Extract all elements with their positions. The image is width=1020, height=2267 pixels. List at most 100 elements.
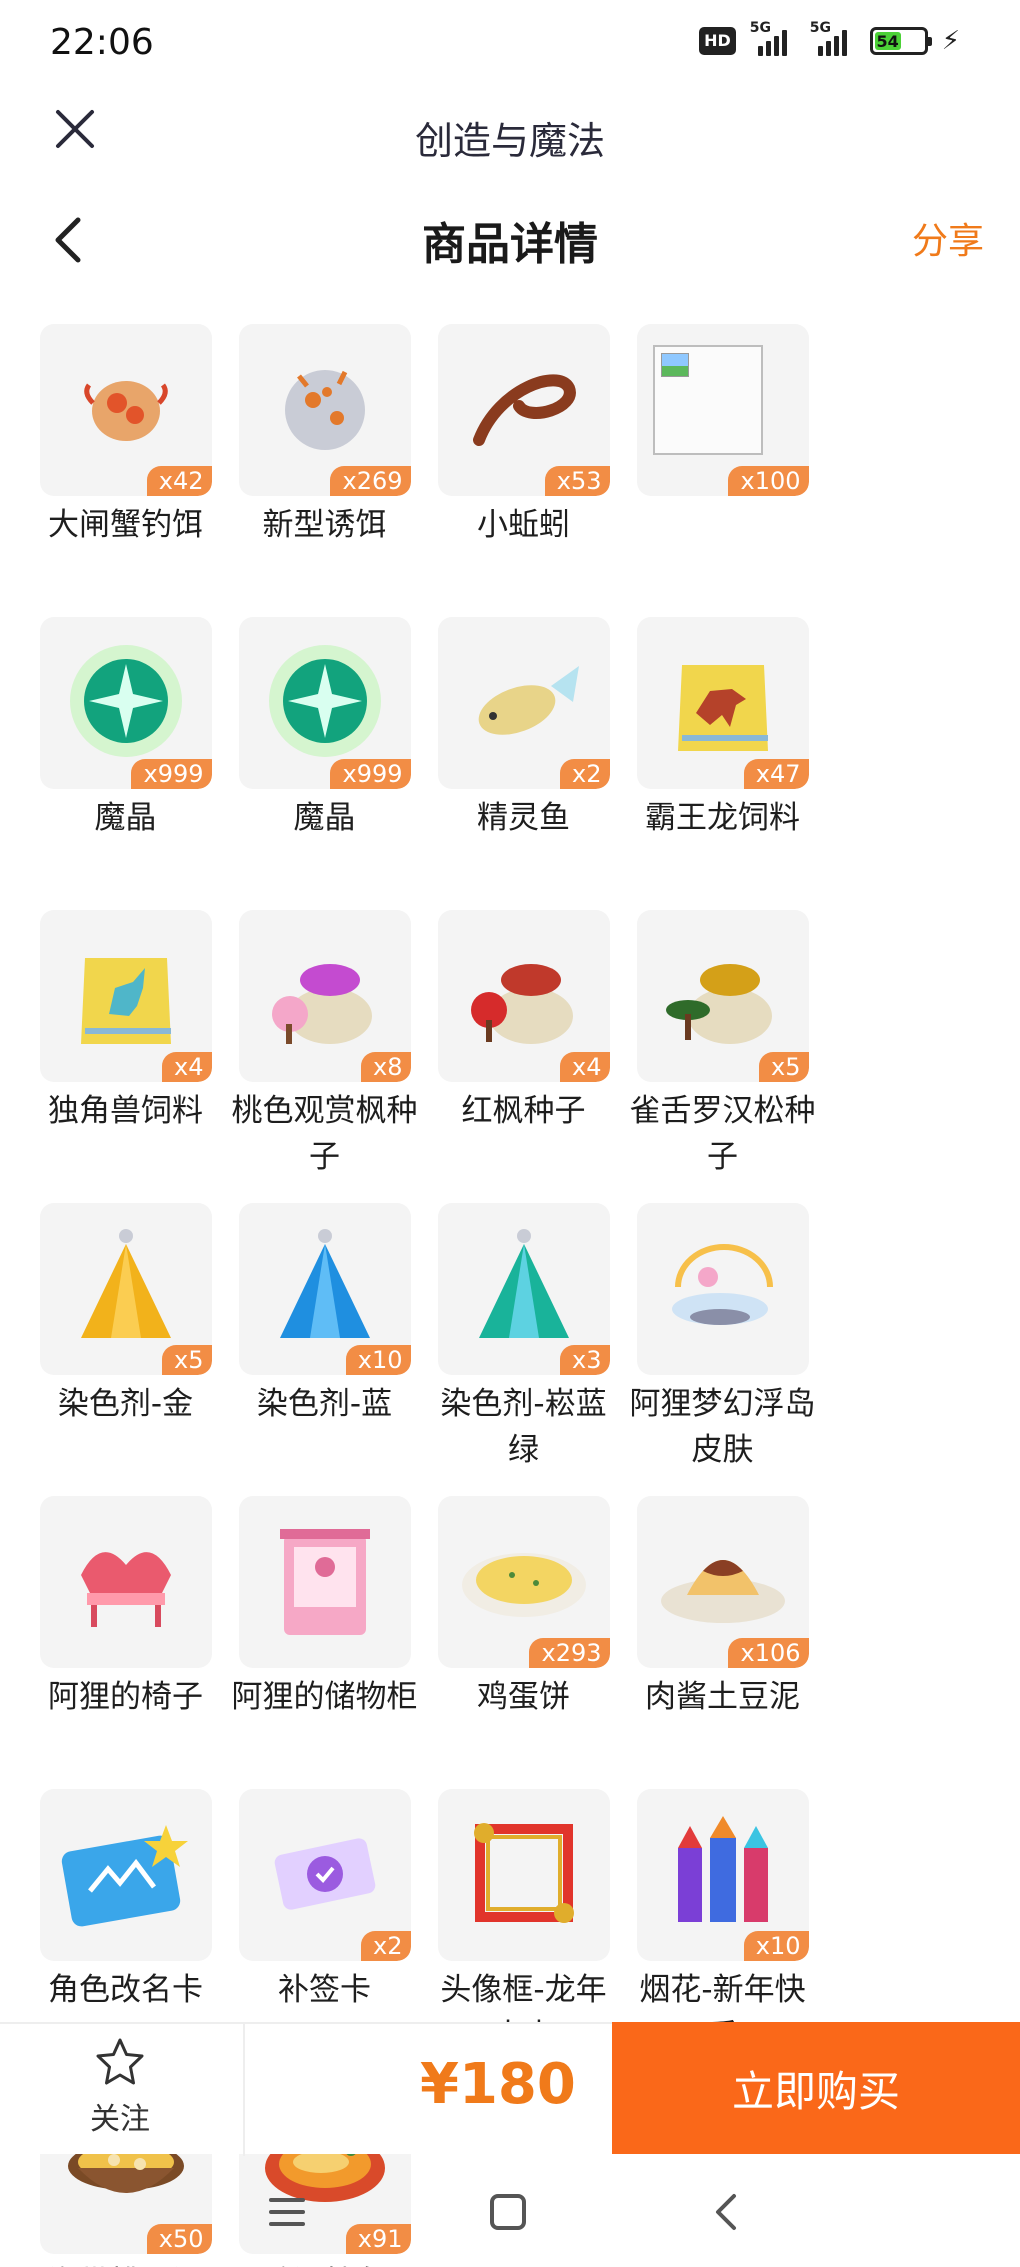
item-cell[interactable]: x10 染色剂-蓝 xyxy=(225,1203,424,1496)
follow-button[interactable]: 关注 xyxy=(60,2036,180,2138)
battery-icon: 54 xyxy=(869,27,932,55)
item-name: 补签卡 xyxy=(278,1972,371,2008)
signal-icon: 5G xyxy=(750,20,796,56)
page-header: 商品详情 分享 xyxy=(0,198,1020,310)
rename-card-icon xyxy=(56,1813,196,1937)
red-maple-seed-icon xyxy=(459,934,589,1058)
quantity-badge: x269 xyxy=(330,466,411,496)
earthworm-icon xyxy=(459,348,589,472)
signal-icon-2: 5G xyxy=(810,20,856,56)
item-cell[interactable]: x999 魔晶 xyxy=(225,617,424,910)
item-cell[interactable]: x5 雀舌罗汉松种子 xyxy=(623,910,822,1203)
item-name: 大闸蟹钓饵 xyxy=(48,507,203,543)
quantity-badge: x3 xyxy=(560,1345,610,1375)
broken-image-icon xyxy=(652,345,763,455)
item-thumbnail: x53 xyxy=(437,324,610,496)
item-thumbnail: x10 xyxy=(238,1203,411,1375)
quantity-badge: x10 xyxy=(345,1345,411,1375)
new-bait-icon xyxy=(265,348,385,472)
item-thumbnail xyxy=(636,1203,809,1375)
quantity-badge: x100 xyxy=(728,466,809,496)
floating-island-icon xyxy=(658,1227,788,1351)
item-thumbnail xyxy=(238,1496,411,1668)
item-cell[interactable]: x269 新型诱饵 xyxy=(225,324,424,617)
item-cell[interactable]: x3 染色剂-崧蓝绿 xyxy=(424,1203,623,1496)
item-thumbnail: x106 xyxy=(636,1496,809,1668)
magic-crystal-icon xyxy=(61,636,191,770)
item-cell[interactable]: x293 鸡蛋饼 xyxy=(424,1496,623,1789)
avatar-frame-icon xyxy=(464,1813,584,1937)
charging-icon: ⚡ xyxy=(941,26,960,56)
item-name: 鸡蛋饼 xyxy=(477,1679,570,1715)
item-thumbnail: x999 xyxy=(238,617,411,789)
crab-bait-icon xyxy=(71,353,181,467)
item-thumbnail: x10 xyxy=(636,1789,809,1961)
star-icon xyxy=(96,2038,144,2085)
trex-feed-icon xyxy=(668,641,778,765)
item-thumbnail: x2 xyxy=(238,1789,411,1961)
item-thumbnail: x8 xyxy=(238,910,411,1082)
mashed-potato-icon xyxy=(653,1525,793,1639)
status-icons: HD 5G 5G 54 ⚡ xyxy=(699,20,960,56)
item-cell[interactable]: 阿狸的椅子 xyxy=(26,1496,225,1789)
quantity-badge: x999 xyxy=(330,759,411,789)
share-button[interactable]: 分享 xyxy=(912,212,984,264)
item-cell[interactable]: x42 大闸蟹钓饵 xyxy=(26,324,225,617)
quantity-badge: x10 xyxy=(743,1931,809,1961)
quantity-badge: x5 xyxy=(759,1052,809,1082)
item-name: 阿狸梦幻浮岛皮肤 xyxy=(629,1386,816,1468)
item-thumbnail xyxy=(39,1496,212,1668)
item-cell[interactable]: x4 红枫种子 xyxy=(424,910,623,1203)
item-cell[interactable]: x2 精灵鱼 xyxy=(424,617,623,910)
quantity-badge: x5 xyxy=(162,1345,212,1375)
app-bar: 创造与魔法 xyxy=(0,88,1020,198)
item-thumbnail: x42 xyxy=(39,324,212,496)
buy-now-button[interactable]: 立即购买 xyxy=(612,2022,1020,2154)
item-cell[interactable]: x8 桃色观赏枫种子 xyxy=(225,910,424,1203)
item-name: 小蚯蚓 xyxy=(477,507,570,543)
back-nav-button[interactable] xyxy=(696,2182,756,2242)
item-name: 染色剂-金 xyxy=(57,1386,194,1422)
item-cell[interactable]: x47 霸王龙饲料 xyxy=(623,617,822,910)
item-cell[interactable]: x999 魔晶 xyxy=(26,617,225,910)
item-cell[interactable]: 阿狸梦幻浮岛皮肤 xyxy=(623,1203,822,1496)
dye-blue-icon xyxy=(270,1222,380,1356)
unicorn-feed-icon xyxy=(71,934,181,1058)
price: ¥180 xyxy=(420,2052,576,2117)
item-grid: x42 大闸蟹钓饵 x269 新型诱饵 x53 小蚯蚓 x100 x999 魔晶 x999 魔晶 x2… xyxy=(26,324,1002,2267)
home-square-icon xyxy=(490,2194,526,2230)
menu-nav-button[interactable] xyxy=(257,2182,317,2242)
quantity-badge: x4 xyxy=(162,1052,212,1082)
item-name: 红枫种子 xyxy=(461,1093,586,1129)
item-cell[interactable]: x53 小蚯蚓 xyxy=(424,324,623,617)
item-name: 阿狸的储物柜 xyxy=(231,1679,418,1715)
item-name: 染色剂-蓝 xyxy=(256,1386,393,1422)
quantity-badge: x4 xyxy=(560,1052,610,1082)
item-name: 阿狸的椅子 xyxy=(48,1679,203,1715)
item-cell[interactable]: x5 染色剂-金 xyxy=(26,1203,225,1496)
item-name: 桃色观赏枫种子 xyxy=(231,1093,418,1175)
item-thumbnail: x4 xyxy=(437,910,610,1082)
home-nav-button[interactable] xyxy=(478,2182,538,2242)
magic-crystal-icon xyxy=(260,636,390,770)
page-title: 商品详情 xyxy=(422,219,598,270)
item-thumbnail: x5 xyxy=(39,1203,212,1375)
item-cell[interactable]: x106 肉酱土豆泥 xyxy=(623,1496,822,1789)
item-thumbnail: x2 xyxy=(437,617,610,789)
quantity-badge: x106 xyxy=(728,1638,809,1668)
item-name: 精灵鱼 xyxy=(477,800,570,836)
item-name: 霸王龙饲料 xyxy=(645,800,800,836)
item-name: 角色改名卡 xyxy=(48,1972,203,2008)
quantity-badge: x47 xyxy=(743,759,809,789)
omelette-icon xyxy=(454,1525,594,1639)
item-thumbnail xyxy=(39,1789,212,1961)
item-name: 独角兽饲料 xyxy=(48,1093,203,1129)
item-cell[interactable]: 阿狸的储物柜 xyxy=(225,1496,424,1789)
item-cell[interactable]: x100 xyxy=(623,324,822,617)
dye-teal-icon xyxy=(469,1222,579,1356)
item-thumbnail: x47 xyxy=(636,617,809,789)
app-title: 创造与魔法 xyxy=(414,119,605,163)
item-cell[interactable]: x4 独角兽饲料 xyxy=(26,910,225,1203)
item-name: 新型诱饵 xyxy=(262,507,387,543)
menu-icon xyxy=(269,2198,305,2226)
